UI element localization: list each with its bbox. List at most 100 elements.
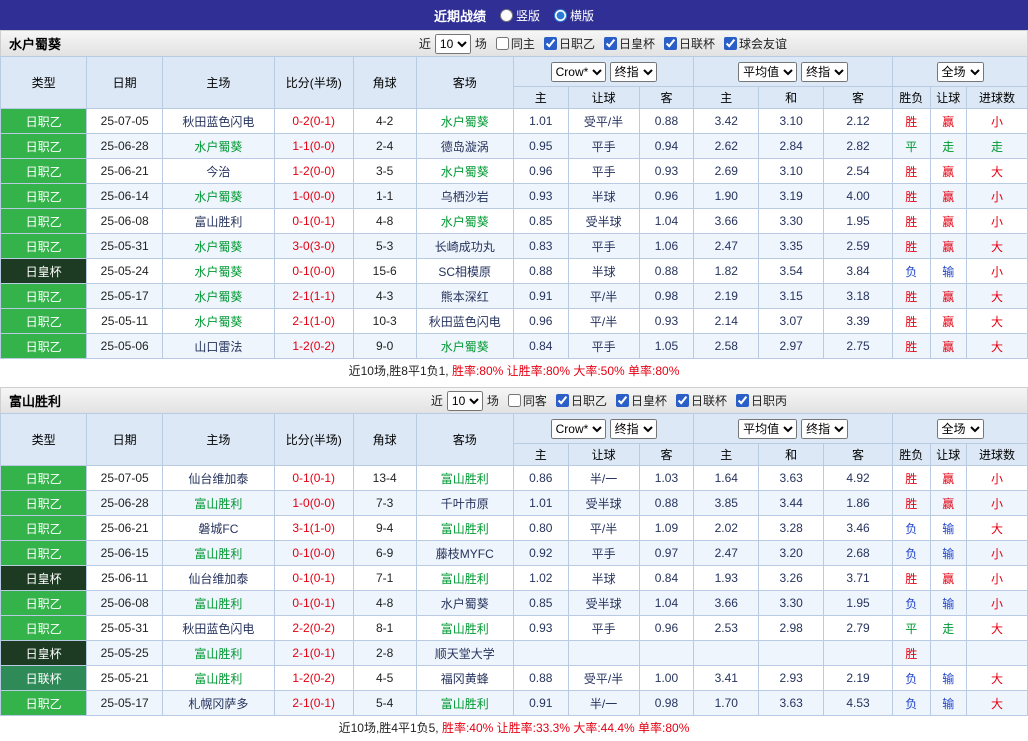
match-count-select[interactable]: 10	[446, 390, 483, 411]
recent-label: 近	[430, 394, 443, 408]
home-team-cell[interactable]: 水户蜀葵	[162, 233, 275, 259]
match-row: 日职乙 25-06-14 水户蜀葵 1-0(0-0) 1-1 乌栖沙岩 0.93 半球 0.96…	[0, 183, 1028, 209]
avg-period-select[interactable]: 终指	[801, 418, 849, 439]
league-checkbox[interactable]	[615, 394, 629, 407]
home-team-cell[interactable]: 富山胜利	[162, 540, 275, 566]
away-team-cell[interactable]: 水户蜀葵	[415, 590, 514, 616]
date-cell: 25-06-15	[86, 540, 164, 566]
average-select[interactable]: 平均值	[738, 418, 798, 439]
match-count-select[interactable]: 10	[434, 33, 471, 54]
home-team-cell[interactable]: 仙台维加泰	[162, 565, 275, 591]
home-team-cell[interactable]: 今治	[162, 158, 275, 184]
odds-cell	[512, 640, 569, 666]
vertical-radio[interactable]	[499, 8, 513, 22]
avg-odds-cell: 2.47	[693, 233, 760, 259]
score-cell: 0-1(0-1)	[273, 565, 354, 591]
away-team-cell[interactable]: 水户蜀葵	[415, 108, 514, 134]
league-filter-label: 日皇杯	[630, 394, 667, 408]
league-checkbox[interactable]	[735, 394, 749, 407]
result-cell: 小	[966, 590, 1028, 616]
away-team-cell[interactable]: 福冈黄蜂	[415, 665, 514, 691]
match-row: 日职乙 25-07-05 秋田蓝色闪电 0-2(0-1) 4-2 水户蜀葵 1.01 受平/半…	[0, 108, 1028, 134]
home-team-cell[interactable]: 水户蜀葵	[162, 133, 275, 159]
league-checkbox[interactable]	[675, 394, 689, 407]
odds-period-select[interactable]: 终指	[609, 418, 657, 439]
bookmaker-select[interactable]: Crow*	[550, 61, 606, 82]
league-filter[interactable]: 日联杯	[657, 35, 715, 52]
league-filter[interactable]: 球会友谊	[717, 35, 787, 52]
home-team-cell[interactable]: 水户蜀葵	[162, 258, 275, 284]
league-checkbox[interactable]	[603, 37, 617, 50]
avg-odds-cell: 2.93	[758, 665, 825, 691]
league-filter[interactable]: 日职乙	[549, 392, 607, 409]
scope-group: 全场	[892, 56, 1028, 87]
home-team-cell[interactable]: 水户蜀葵	[162, 183, 275, 209]
home-team-cell[interactable]: 水户蜀葵	[162, 308, 275, 334]
away-team-cell[interactable]: 乌栖沙岩	[415, 183, 514, 209]
same-venue-filter[interactable]: 同客	[501, 392, 547, 409]
avg-odds-cell: 1.90	[693, 183, 760, 209]
sub-column-header: 让球	[929, 86, 968, 109]
avg-period-select[interactable]: 终指	[801, 61, 849, 82]
home-team-cell[interactable]: 富山胜利	[162, 665, 275, 691]
away-team-cell[interactable]: 富山胜利	[415, 565, 514, 591]
away-team-cell[interactable]: 水户蜀葵	[415, 208, 514, 234]
home-team-cell[interactable]: 札幌冈萨多	[162, 690, 275, 716]
home-team-cell[interactable]: 磐城FC	[162, 515, 275, 541]
league-filter[interactable]: 日职丙	[729, 392, 787, 409]
bookmaker-select[interactable]: Crow*	[550, 418, 606, 439]
league-type-cell: 日职乙	[0, 283, 88, 309]
away-team-cell[interactable]: 水户蜀葵	[415, 158, 514, 184]
league-filter[interactable]: 日皇杯	[597, 35, 655, 52]
league-filter[interactable]: 日联杯	[669, 392, 727, 409]
away-team-cell[interactable]: 富山胜利	[415, 615, 514, 641]
odds-cell: 0.84	[638, 565, 695, 591]
date-cell: 25-06-11	[86, 565, 164, 591]
league-filter[interactable]: 日职乙	[537, 35, 595, 52]
home-team-cell[interactable]: 富山胜利	[162, 208, 275, 234]
layout-horizontal-option[interactable]: 横版	[554, 7, 594, 24]
away-team-cell[interactable]: 秋田蓝色闪电	[415, 308, 514, 334]
home-team-cell[interactable]: 秋田蓝色闪电	[162, 615, 275, 641]
score-cell: 1-0(0-0)	[273, 183, 354, 209]
away-team-cell[interactable]: 富山胜利	[415, 515, 514, 541]
home-team-cell[interactable]: 富山胜利	[162, 640, 275, 666]
odds-cell: 平/半	[567, 308, 640, 334]
away-team-cell[interactable]: 千叶市原	[415, 490, 514, 516]
league-checkbox[interactable]	[663, 37, 677, 50]
away-team-cell[interactable]: 富山胜利	[415, 465, 514, 491]
home-team-cell[interactable]: 仙台维加泰	[162, 465, 275, 491]
away-team-cell[interactable]: 德岛漩涡	[415, 133, 514, 159]
home-team-cell[interactable]: 富山胜利	[162, 490, 275, 516]
layout-vertical-option[interactable]: 竖版	[499, 7, 540, 24]
home-team-cell[interactable]: 水户蜀葵	[162, 283, 275, 309]
league-type-cell: 日职乙	[0, 490, 88, 516]
same-venue-filter[interactable]: 同主	[489, 35, 535, 52]
same-venue-checkbox[interactable]	[495, 37, 509, 50]
away-team-cell[interactable]: SC相模原	[415, 258, 514, 284]
league-filter[interactable]: 日皇杯	[609, 392, 667, 409]
away-team-cell[interactable]: 水户蜀葵	[415, 333, 514, 359]
scope-select[interactable]: 全场	[936, 61, 984, 82]
away-team-cell[interactable]: 长崎成功丸	[415, 233, 514, 259]
home-team-cell[interactable]: 富山胜利	[162, 590, 275, 616]
same-venue-checkbox[interactable]	[507, 394, 521, 407]
away-team-cell[interactable]: 藤枝MYFC	[415, 540, 514, 566]
home-team-cell[interactable]: 秋田蓝色闪电	[162, 108, 275, 134]
league-checkbox[interactable]	[723, 37, 737, 50]
score-cell: 2-2(0-2)	[273, 615, 354, 641]
scope-select[interactable]: 全场	[936, 418, 984, 439]
away-team-cell[interactable]: 熊本深红	[415, 283, 514, 309]
corner-cell: 15-6	[352, 258, 417, 284]
average-select[interactable]: 平均值	[738, 61, 798, 82]
home-team-cell[interactable]: 山口雷法	[162, 333, 275, 359]
odds-period-select[interactable]: 终指	[609, 61, 657, 82]
away-team-cell[interactable]: 顺天堂大学	[415, 640, 514, 666]
odds-cell: 平/半	[567, 283, 640, 309]
away-team-cell[interactable]: 富山胜利	[415, 690, 514, 716]
horizontal-radio[interactable]	[554, 8, 567, 22]
league-checkbox[interactable]	[555, 394, 569, 407]
score-cell: 2-1(1-0)	[273, 308, 354, 334]
result-cell: 小	[966, 490, 1028, 516]
league-checkbox[interactable]	[543, 37, 557, 50]
